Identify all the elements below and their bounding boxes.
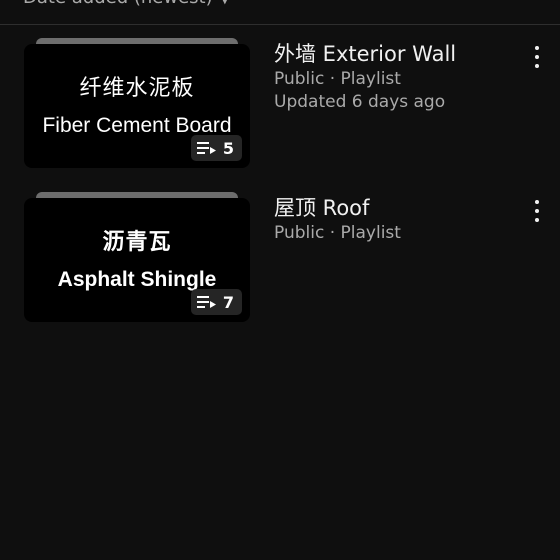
- more-options-button[interactable]: [530, 46, 544, 68]
- more-options-button[interactable]: [530, 200, 544, 222]
- playlist-item-roof[interactable]: 沥青瓦 Asphalt Shingle 7 屋顶 Roof Public · P…: [0, 192, 560, 322]
- chevron-down-icon: ▼: [221, 0, 229, 6]
- playlist-info[interactable]: 屋顶 Roof Public · Playlist: [274, 194, 524, 245]
- video-count-badge: 5: [190, 135, 242, 161]
- sort-label: Date added (newest): [23, 0, 213, 8]
- more-vert-icon: [535, 46, 539, 50]
- playlist-thumbnail[interactable]: 纤维水泥板 Fiber Cement Board 5: [24, 38, 250, 168]
- playlist-updated: Updated 6 days ago: [274, 92, 446, 112]
- sort-bar: Date added (newest) ▼: [0, 0, 560, 25]
- thumbnail-image: 沥青瓦 Asphalt Shingle 7: [24, 198, 250, 322]
- playlist-item-exterior-wall[interactable]: 纤维水泥板 Fiber Cement Board 5 外墙 Exterior W…: [0, 38, 560, 168]
- playlist-visibility: Public · Playlist: [274, 223, 401, 243]
- video-count: 5: [222, 138, 234, 158]
- playlist-info[interactable]: 外墙 Exterior Wall Public · Playlist Updat…: [274, 40, 524, 114]
- playlist-queue-icon: [196, 142, 216, 154]
- playlist-visibility: Public · Playlist: [274, 69, 401, 89]
- thumbnail-title-chinese: 纤维水泥板: [79, 76, 195, 101]
- video-count-badge: 7: [190, 289, 242, 315]
- playlist-queue-icon: [196, 296, 216, 308]
- sort-dropdown[interactable]: Date added (newest) ▼: [23, 0, 229, 8]
- thumbnail-image: 纤维水泥板 Fiber Cement Board 5: [24, 44, 250, 168]
- video-count: 7: [222, 292, 234, 312]
- thumbnail-title-chinese: 沥青瓦: [102, 230, 172, 255]
- more-vert-icon: [535, 200, 539, 204]
- playlist-title[interactable]: 屋顶 Roof: [274, 194, 524, 222]
- playlist-title[interactable]: 外墙 Exterior Wall: [274, 40, 524, 68]
- playlist-thumbnail[interactable]: 沥青瓦 Asphalt Shingle 7: [24, 192, 250, 322]
